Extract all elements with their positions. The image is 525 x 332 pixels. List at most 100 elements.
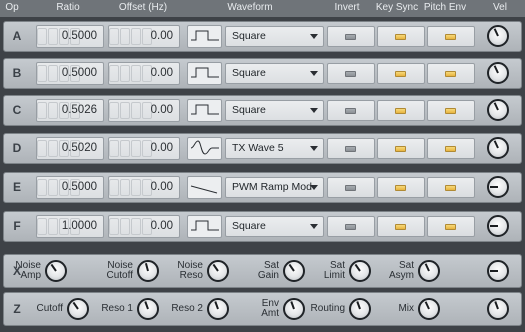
- keysync-led: [395, 145, 406, 152]
- ratio-field[interactable]: 1.0000: [36, 215, 104, 238]
- invert-toggle[interactable]: [327, 216, 375, 237]
- invert-toggle[interactable]: [327, 63, 375, 84]
- field-value: 0.5000: [61, 181, 97, 193]
- waveform-dropdown[interactable]: TX Wave 5: [225, 138, 324, 159]
- velocity-knob[interactable]: [487, 137, 509, 159]
- pitchenv-toggle[interactable]: [427, 100, 475, 121]
- pitchenv-toggle[interactable]: [427, 26, 475, 47]
- operator-row: E 0.5000 0.00 PWM Ramp Mod: [3, 172, 522, 203]
- knob-pointer: [493, 102, 499, 111]
- keysync-toggle[interactable]: [377, 100, 425, 121]
- knob-pointer: [493, 28, 499, 37]
- mod-knob[interactable]: [45, 260, 67, 282]
- velocity-knob[interactable]: [487, 25, 509, 47]
- keysync-toggle[interactable]: [377, 63, 425, 84]
- field-value: 0.00: [150, 220, 173, 232]
- mod-knob[interactable]: [207, 260, 229, 282]
- keysync-toggle[interactable]: [377, 138, 425, 159]
- chevron-down-icon: [310, 185, 318, 190]
- knob-pointer: [288, 263, 295, 272]
- keysync-toggle[interactable]: [377, 26, 425, 47]
- mod-knob[interactable]: [418, 298, 440, 320]
- knob-pointer: [212, 263, 219, 272]
- square-wave-icon: [187, 99, 222, 122]
- chevron-down-icon: [310, 71, 318, 76]
- chevron-down-icon: [310, 146, 318, 151]
- square-wave-icon: [187, 25, 222, 48]
- invert-toggle[interactable]: [327, 26, 375, 47]
- operator-label: D: [12, 141, 22, 155]
- offset-field[interactable]: 0.00: [108, 99, 180, 122]
- velocity-knob[interactable]: [487, 176, 509, 198]
- ratio-header: Ratio: [56, 2, 80, 13]
- operator-row: F 1.0000 0.00 Square: [3, 211, 522, 242]
- knob-label: Noise Reso: [177, 260, 203, 281]
- velocity-knob[interactable]: [487, 99, 509, 121]
- chevron-down-icon: [310, 34, 318, 39]
- offset-field[interactable]: 0.00: [108, 215, 180, 238]
- invert-toggle[interactable]: [327, 138, 375, 159]
- waveform-dropdown[interactable]: PWM Ramp Mod: [225, 177, 324, 198]
- square-wave-icon: [187, 215, 222, 238]
- invert-led: [345, 184, 356, 191]
- invert-toggle[interactable]: [327, 177, 375, 198]
- knob-pointer: [356, 301, 361, 310]
- ratio-field[interactable]: 0.5000: [36, 62, 104, 85]
- waveform-dropdown[interactable]: Square: [225, 100, 324, 121]
- knob-label: Cutoff: [36, 303, 64, 314]
- pitchenv-toggle[interactable]: [427, 216, 475, 237]
- knob-pointer: [144, 301, 149, 310]
- keysync-led: [395, 184, 406, 191]
- ratio-field[interactable]: 0.5020: [36, 137, 104, 160]
- waveform-value: TX Wave 5: [232, 142, 284, 154]
- offset-field[interactable]: 0.00: [108, 176, 180, 199]
- waveform-value: Square: [232, 30, 266, 42]
- pitchenv-toggle[interactable]: [427, 138, 475, 159]
- mod-knob[interactable]: [207, 298, 229, 320]
- square-wave-icon: [187, 62, 222, 85]
- knob-label: Sat Asym: [389, 260, 414, 281]
- mod-knob[interactable]: [487, 298, 509, 320]
- pitchenv-led: [445, 223, 456, 230]
- field-value: 0.00: [150, 104, 173, 116]
- offset-field[interactable]: 0.00: [108, 137, 180, 160]
- keysync-led: [395, 70, 406, 77]
- ramp-wave-icon: [187, 176, 222, 199]
- chevron-down-icon: [310, 224, 318, 229]
- offset-field[interactable]: 0.00: [108, 62, 180, 85]
- operator-row: D 0.5020 0.00 TX Wave 5: [3, 133, 522, 164]
- mod-knob[interactable]: [418, 260, 440, 282]
- keysync-header: Key Sync: [375, 2, 419, 13]
- knob-label: Routing: [310, 303, 345, 314]
- waveform-dropdown[interactable]: Square: [225, 63, 324, 84]
- keysync-led: [395, 223, 406, 230]
- pitchenv-toggle[interactable]: [427, 63, 475, 84]
- keysync-toggle[interactable]: [377, 216, 425, 237]
- ratio-field[interactable]: 0.5000: [36, 25, 104, 48]
- velocity-knob[interactable]: [487, 62, 509, 84]
- field-value: 0.5000: [61, 30, 97, 42]
- waveform-dropdown[interactable]: Square: [225, 216, 324, 237]
- invert-led: [345, 33, 356, 40]
- invert-toggle[interactable]: [327, 100, 375, 121]
- invert-header: Invert: [334, 2, 360, 13]
- pitchenv-toggle[interactable]: [427, 177, 475, 198]
- digit-segments: [109, 179, 153, 196]
- keysync-led: [395, 33, 406, 40]
- digit-segments: [109, 65, 153, 82]
- knob-pointer: [290, 301, 295, 310]
- knob-pointer: [50, 263, 57, 272]
- ratio-field[interactable]: 0.5026: [36, 99, 104, 122]
- pitchenv-led: [445, 33, 456, 40]
- field-value: 0.00: [150, 30, 173, 42]
- mod-knob[interactable]: [487, 260, 509, 282]
- velocity-knob[interactable]: [487, 215, 509, 237]
- keysync-toggle[interactable]: [377, 177, 425, 198]
- knob-pointer: [214, 301, 219, 310]
- ratio-field[interactable]: 0.5000: [36, 176, 104, 199]
- operator-label: E: [12, 180, 21, 194]
- knob-pointer: [354, 263, 361, 272]
- offset-field[interactable]: 0.00: [108, 25, 180, 48]
- waveform-dropdown[interactable]: Square: [225, 26, 324, 47]
- digit-segments: [109, 140, 153, 157]
